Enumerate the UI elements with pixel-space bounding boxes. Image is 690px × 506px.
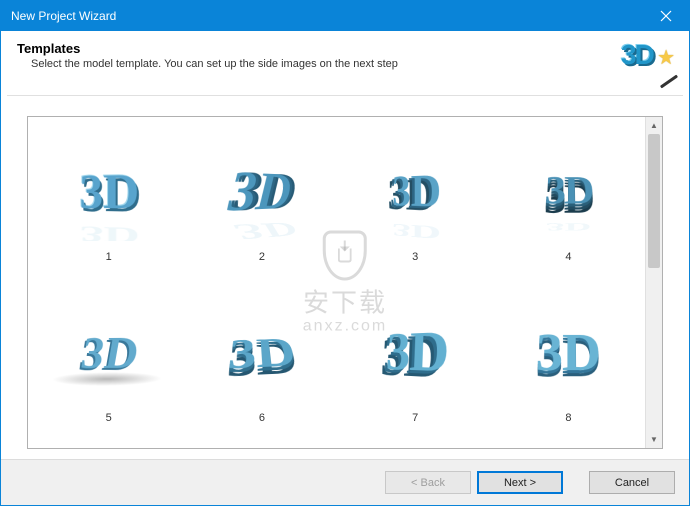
template-reflection: 3D <box>49 221 174 241</box>
scroll-down-arrow-icon[interactable]: ▼ <box>646 431 662 448</box>
template-thumb: 3D <box>197 302 327 402</box>
template-reflection: 3D <box>392 220 441 241</box>
template-grid: 3D 3D 1 3D 3D 2 3D 3D <box>28 117 645 448</box>
template-thumb: 3D <box>44 302 174 402</box>
template-thumb: 3D 3D <box>503 141 633 241</box>
back-button: < Back <box>385 471 471 494</box>
close-button[interactable] <box>643 1 689 31</box>
vertical-scrollbar[interactable]: ▲ ▼ <box>645 117 662 448</box>
template-item-2[interactable]: 3D 3D 2 <box>185 121 338 283</box>
wizard-footer: < Back Next > Cancel <box>1 459 689 505</box>
template-thumb: 3D 3D <box>350 141 480 241</box>
wand-icon <box>660 75 678 89</box>
template-item-4[interactable]: 3D 3D 4 <box>492 121 645 283</box>
template-preview-icon: 3D <box>80 161 140 221</box>
template-preview-icon: 3D <box>226 158 293 225</box>
template-reflection: 3D <box>233 217 298 241</box>
close-icon <box>660 10 672 22</box>
template-label: 5 <box>106 412 112 424</box>
template-item-1[interactable]: 3D 3D 1 <box>32 121 185 283</box>
template-item-8[interactable]: 3D 8 <box>492 283 645 445</box>
cancel-button[interactable]: Cancel <box>589 471 675 494</box>
wizard-window: New Project Wizard Templates Select the … <box>0 0 690 506</box>
titlebar: New Project Wizard <box>1 1 689 31</box>
template-reflection: 3D <box>545 220 593 232</box>
template-thumb: 3D 3D <box>197 141 327 241</box>
template-thumb: 3D <box>503 302 633 402</box>
template-item-5[interactable]: 3D 5 <box>32 283 185 445</box>
template-item-3[interactable]: 3D 3D 3 <box>339 121 492 283</box>
content-area: 3D 3D 1 3D 3D 2 3D 3D <box>1 96 689 459</box>
template-label: 8 <box>565 412 571 424</box>
template-label: 4 <box>565 251 571 263</box>
template-thumb: 3D <box>350 302 480 402</box>
template-label: 7 <box>412 412 418 424</box>
star-icon: ★ <box>657 45 675 70</box>
threed-logo-icon: 3D <box>621 39 653 70</box>
header-title: Templates <box>17 41 398 56</box>
template-label: 3 <box>412 251 418 263</box>
template-preview-icon: 3D <box>392 162 441 219</box>
next-button[interactable]: Next > <box>477 471 563 494</box>
header-text: Templates Select the model template. You… <box>17 39 398 70</box>
template-preview-icon: 3D <box>536 322 602 383</box>
template-preview-icon: 3D <box>543 169 593 215</box>
scroll-track[interactable] <box>646 134 662 431</box>
template-thumb: 3D 3D <box>44 141 174 241</box>
template-label: 1 <box>106 251 112 263</box>
template-preview-icon: 3D <box>225 330 301 381</box>
header-subtitle: Select the model template. You can set u… <box>17 58 398 70</box>
scroll-up-arrow-icon[interactable]: ▲ <box>646 117 662 134</box>
wizard-header: Templates Select the model template. You… <box>1 31 689 95</box>
template-item-6[interactable]: 3D 6 <box>185 283 338 445</box>
window-title: New Project Wizard <box>11 9 116 23</box>
scroll-thumb[interactable] <box>648 134 660 268</box>
template-preview-icon: 3D <box>385 319 449 387</box>
template-shadow <box>47 372 167 386</box>
template-item-7[interactable]: 3D 7 <box>339 283 492 445</box>
template-label: 2 <box>259 251 265 263</box>
template-label: 6 <box>259 412 265 424</box>
wizard-icon: 3D ★ <box>621 39 673 87</box>
template-list-frame: 3D 3D 1 3D 3D 2 3D 3D <box>27 116 663 449</box>
